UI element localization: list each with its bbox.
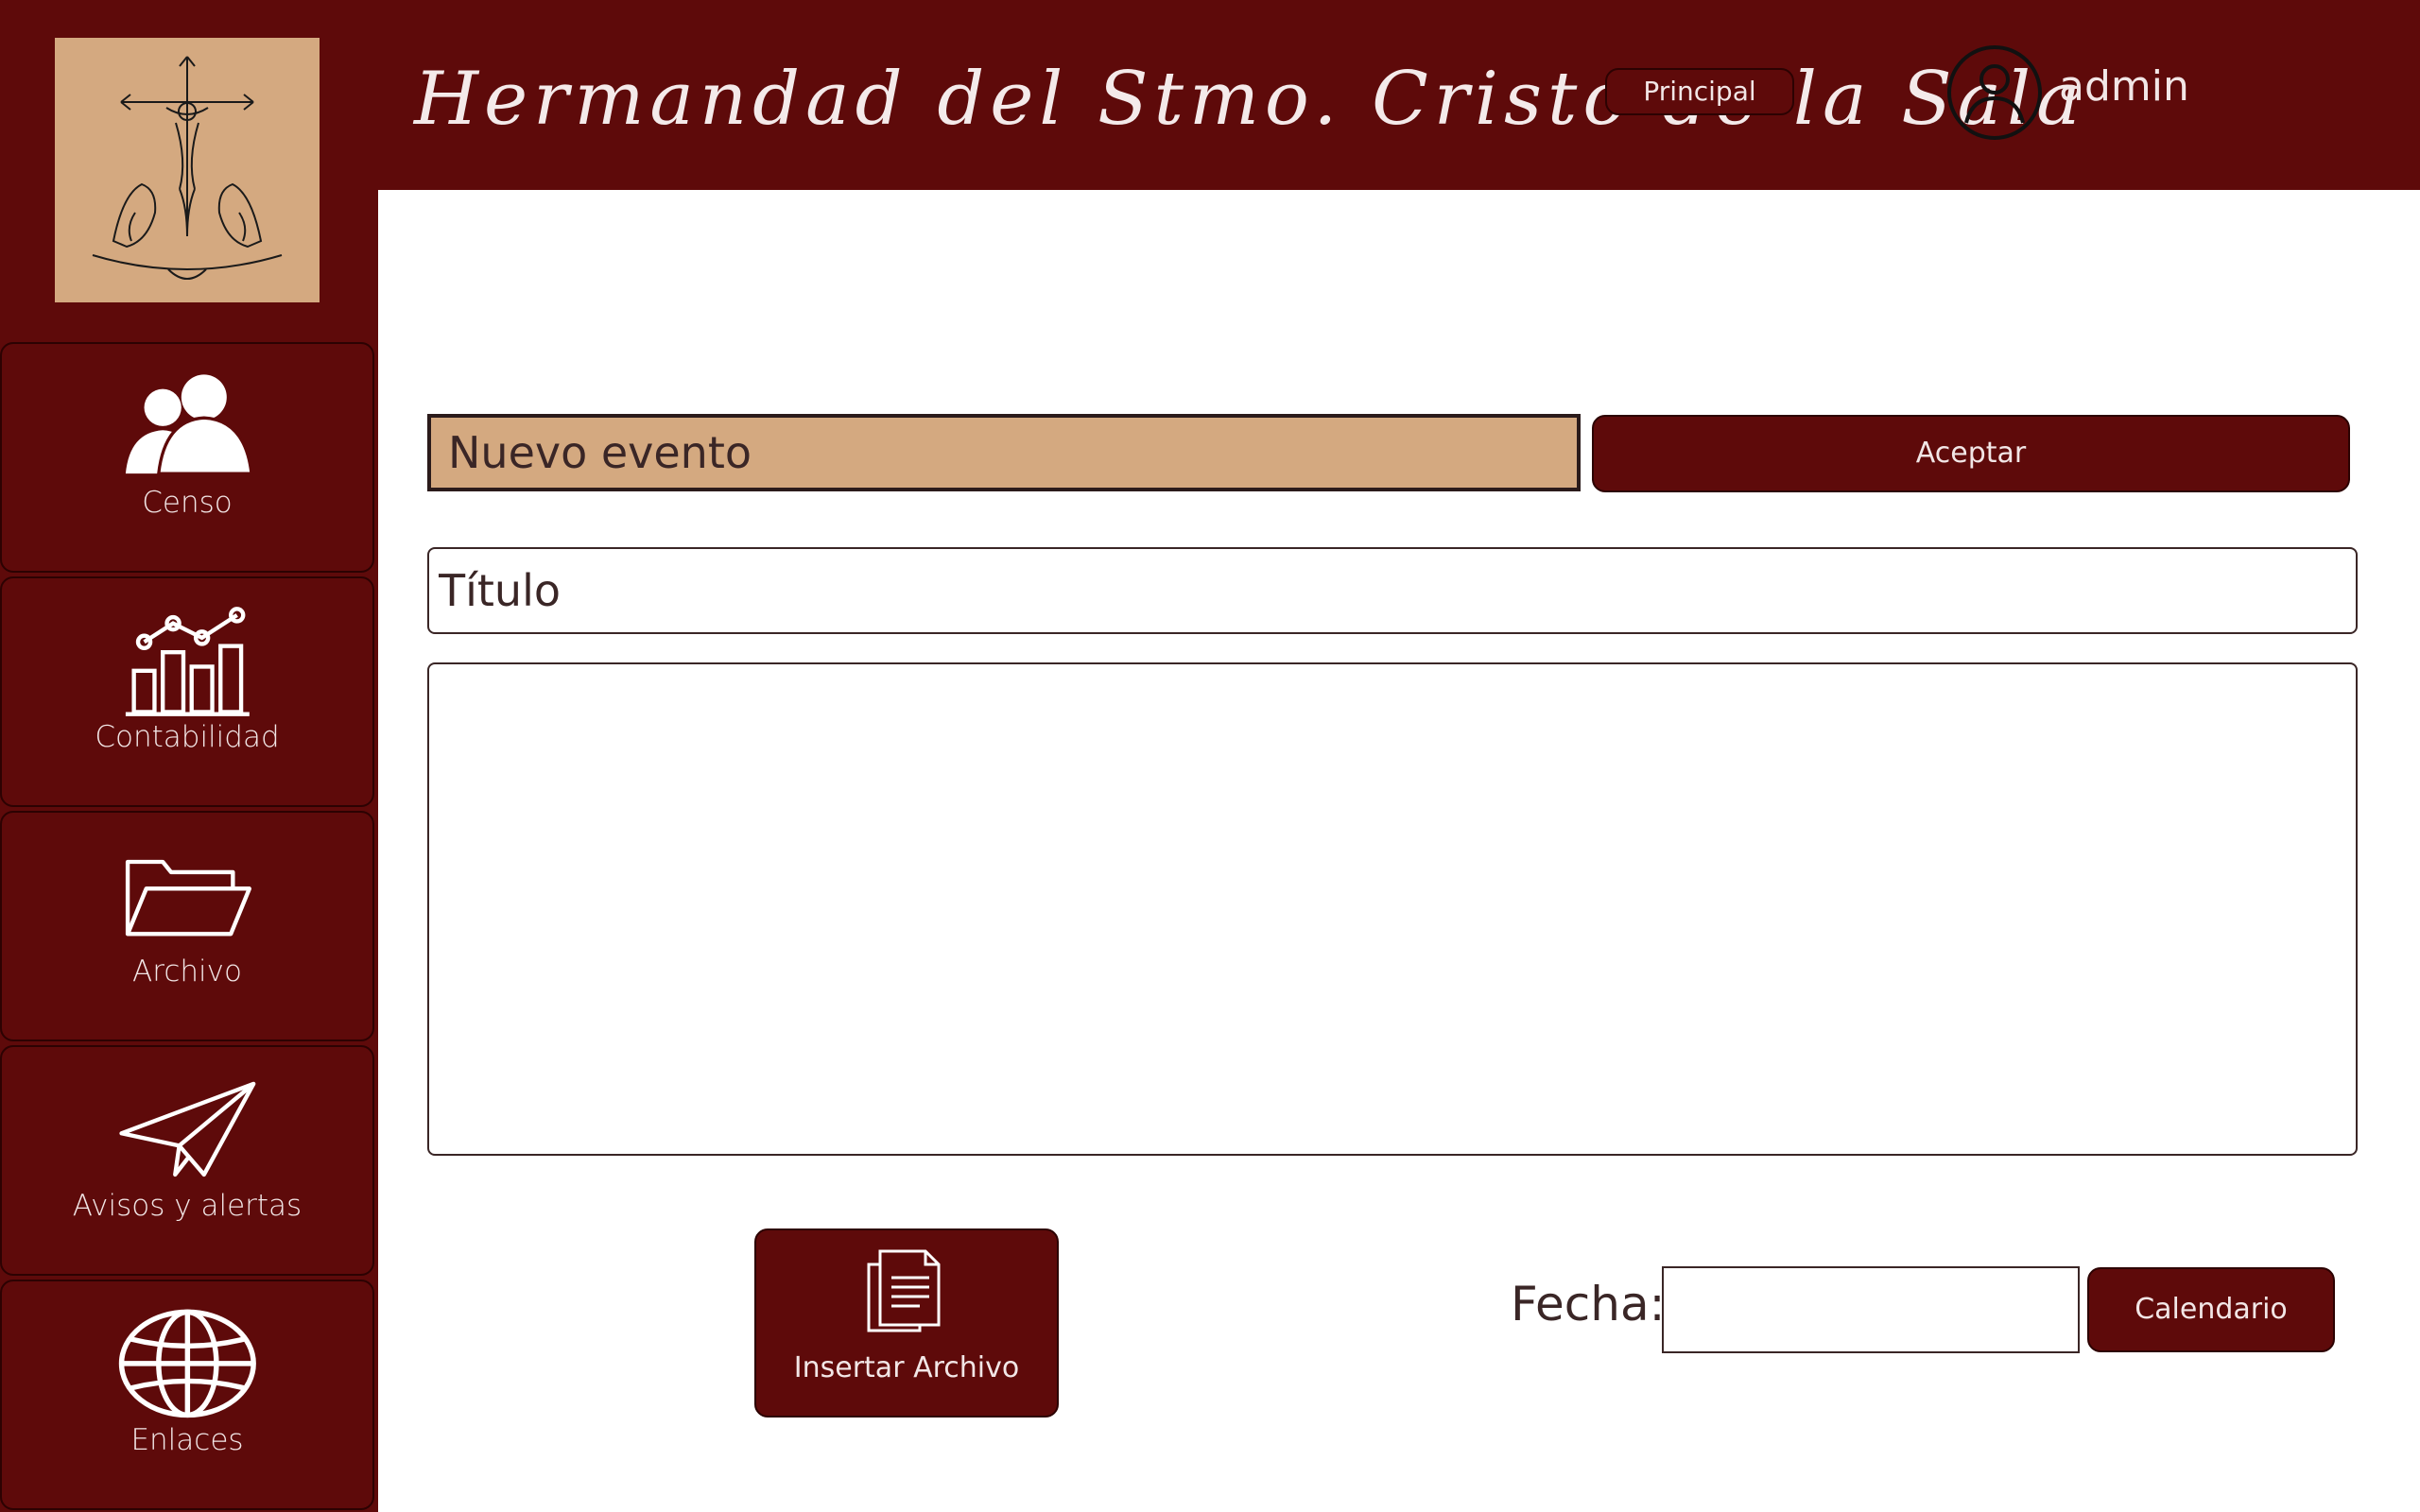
sidebar-item-label: Archivo (132, 954, 242, 988)
sidebar-item-label: Contabilidad (95, 720, 280, 754)
sidebar-item-contabilidad[interactable]: Contabilidad (0, 576, 374, 807)
documents-icon (867, 1249, 941, 1332)
date-label: Fecha: (1511, 1277, 1666, 1332)
accept-button[interactable]: Aceptar (1592, 415, 2350, 492)
sidebar-item-enlaces[interactable]: Enlaces (0, 1280, 374, 1510)
globe-icon (118, 1309, 256, 1418)
sidebar-item-archivo[interactable]: Archivo (0, 811, 374, 1041)
folder-icon (125, 859, 251, 936)
event-description-textarea[interactable] (427, 662, 2358, 1156)
crucifix-logo-icon (92, 56, 283, 280)
brand-title: Hermandad del Stmo. Cristo de la Sala (414, 57, 2086, 142)
header: Hermandad del Stmo. Cristo de la Sala Pr… (376, 0, 2420, 189)
users-icon (125, 374, 253, 475)
user-name[interactable]: admin (2059, 62, 2189, 111)
sidebar-item-label: Censo (142, 486, 233, 520)
brotherhood-logo (55, 38, 320, 302)
sidebar-item-label: Enlaces (130, 1423, 244, 1457)
sidebar-item-avisos[interactable]: Avisos y alertas (0, 1045, 374, 1276)
paper-plane-icon (119, 1081, 255, 1177)
main-panel: Nuevo evento Aceptar Insertar Archivo Fe… (378, 190, 2420, 1512)
calendar-button[interactable]: Calendario (2087, 1267, 2335, 1352)
date-input[interactable] (1662, 1266, 2080, 1353)
insert-file-button[interactable]: Insertar Archivo (754, 1228, 1059, 1418)
principal-button[interactable]: Principal (1605, 68, 1794, 115)
new-event-heading: Nuevo evento (427, 414, 1581, 491)
title-input[interactable] (427, 547, 2358, 634)
user-avatar-icon[interactable] (1945, 43, 2044, 142)
sidebar: Censo Contabilidad Archivo Avisos y aler… (0, 0, 376, 1512)
sidebar-item-censo[interactable]: Censo (0, 342, 374, 573)
insert-file-label: Insertar Archivo (793, 1351, 1020, 1384)
sidebar-item-label: Avisos y alertas (72, 1189, 302, 1223)
chart-icon (125, 607, 250, 716)
